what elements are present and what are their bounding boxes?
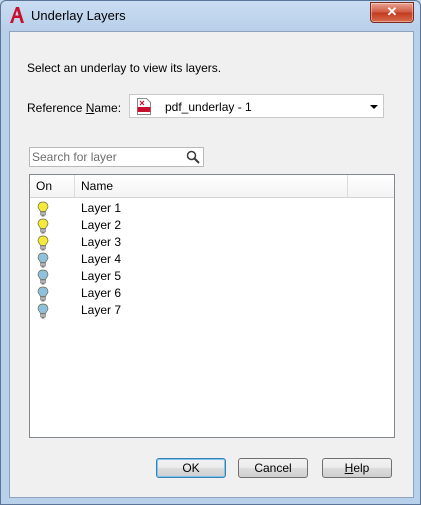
lightbulb-on-icon[interactable] [37, 201, 49, 217]
cancel-button[interactable]: Cancel [238, 458, 308, 478]
lightbulb-on-icon[interactable] [37, 218, 49, 234]
layer-row[interactable]: Layer 3 [30, 234, 394, 251]
column-header-spacer [348, 175, 394, 197]
reference-name-dropdown[interactable]: pdf_underlay - 1 [129, 94, 384, 118]
reference-name-value: pdf_underlay - 1 [165, 100, 252, 114]
layer-name: Layer 2 [81, 218, 122, 232]
layer-row[interactable]: Layer 1 [30, 200, 394, 217]
lightbulb-on-icon[interactable] [37, 235, 49, 251]
autocad-app-icon [10, 7, 24, 23]
column-header-name[interactable]: Name [75, 175, 348, 197]
lightbulb-off-icon[interactable] [37, 269, 49, 285]
ok-button[interactable]: OK [156, 458, 226, 478]
lightbulb-off-icon[interactable] [37, 303, 49, 319]
close-button[interactable]: ✕ [370, 2, 414, 23]
layer-row[interactable]: Layer 7 [30, 302, 394, 319]
layer-row[interactable]: Layer 5 [30, 268, 394, 285]
help-button[interactable]: Help [322, 458, 392, 478]
layer-name: Layer 4 [81, 252, 122, 266]
instruction-text: Select an underlay to view its layers. [27, 61, 222, 75]
layer-row[interactable]: Layer 4 [30, 251, 394, 268]
search-layer-box[interactable] [29, 147, 204, 167]
layer-row[interactable]: Layer 2 [30, 217, 394, 234]
search-layer-input[interactable] [32, 149, 182, 165]
layer-name: Layer 6 [81, 286, 122, 300]
layer-name: Layer 1 [81, 201, 122, 215]
chevron-down-icon[interactable] [370, 105, 378, 109]
pdf-file-icon [137, 98, 151, 115]
dialog-window: Underlay Layers ✕ Select an underlay to … [0, 0, 421, 505]
layer-name: Layer 5 [81, 269, 122, 283]
layer-list[interactable]: On Name Layer 1 Layer 2 Layer 3 Layer 4 Laye… [29, 174, 395, 438]
layer-name: Layer 3 [81, 235, 122, 249]
search-icon[interactable] [186, 150, 200, 164]
dialog-body: Select an underlay to view its layers. R… [9, 31, 414, 498]
lightbulb-off-icon[interactable] [37, 252, 49, 268]
layer-name: Layer 7 [81, 303, 122, 317]
layer-rows: Layer 1 Layer 2 Layer 3 Layer 4 Layer 5 Layer… [30, 200, 394, 319]
title-bar[interactable]: Underlay Layers ✕ [1, 1, 420, 31]
reference-name-label: Reference Name: [27, 101, 122, 115]
layer-row[interactable]: Layer 6 [30, 285, 394, 302]
column-header-on[interactable]: On [30, 175, 75, 197]
window-title: Underlay Layers [31, 8, 126, 23]
list-header: On Name [30, 175, 394, 198]
lightbulb-off-icon[interactable] [37, 286, 49, 302]
